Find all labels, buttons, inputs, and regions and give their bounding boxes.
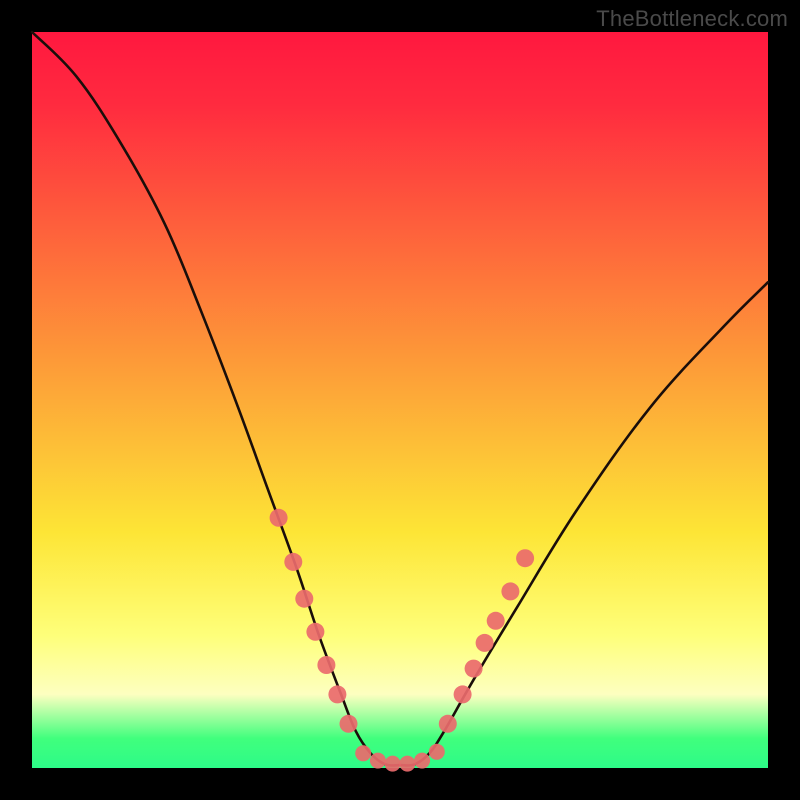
right-branch-dots xyxy=(476,634,494,652)
plot-area xyxy=(32,32,768,768)
right-branch-dots xyxy=(516,549,534,567)
right-branch-dots xyxy=(439,715,457,733)
valley-flat-dots xyxy=(385,756,401,772)
left-branch-dots xyxy=(284,553,302,571)
left-branch-dots xyxy=(295,590,313,608)
valley-flat-dots xyxy=(414,753,430,769)
right-branch-dots xyxy=(501,582,519,600)
left-branch-dots xyxy=(340,715,358,733)
bottleneck-curve xyxy=(32,32,768,765)
left-branch-dots xyxy=(328,685,346,703)
right-branch-dots xyxy=(465,660,483,678)
chart-svg xyxy=(32,32,768,768)
watermark-text: TheBottleneck.com xyxy=(596,6,788,32)
valley-flat-dots xyxy=(370,753,386,769)
valley-flat-dots xyxy=(399,756,415,772)
left-branch-dots xyxy=(317,656,335,674)
valley-flat-dots xyxy=(429,744,445,760)
right-branch-dots xyxy=(487,612,505,630)
left-branch-dots xyxy=(270,509,288,527)
chart-frame: TheBottleneck.com xyxy=(0,0,800,800)
right-branch-dots xyxy=(454,685,472,703)
left-branch-dots xyxy=(306,623,324,641)
valley-flat-dots xyxy=(355,745,371,761)
